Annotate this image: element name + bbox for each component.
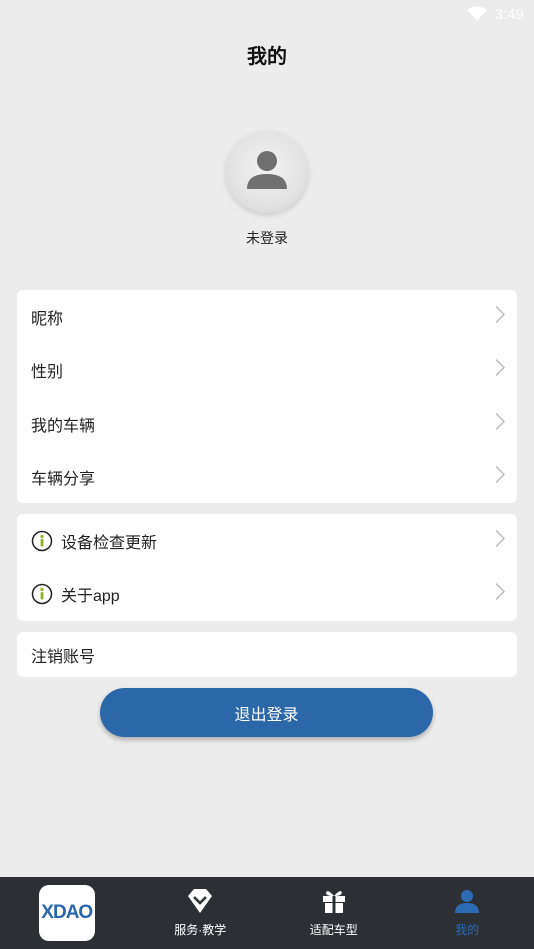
gift-icon <box>321 888 347 917</box>
person-icon <box>454 888 480 917</box>
chevron-right-icon <box>495 305 506 328</box>
my-vehicles-label: 我的车辆 <box>31 417 96 435</box>
info-icon <box>31 530 53 552</box>
info-icon <box>31 583 53 605</box>
vehicle-share-row[interactable]: 车辆分享 <box>17 451 517 505</box>
nav-label-service-teaching: 服务·教学 <box>174 923 227 937</box>
wifi-icon <box>466 6 487 22</box>
page-title: 我的 <box>247 46 287 68</box>
app-settings-card: 设备检查更新 关于app <box>17 514 517 621</box>
logout-button[interactable]: 退出登录 <box>100 688 433 737</box>
deregister-account-label: 注销账号 <box>31 648 96 666</box>
user-avatar-icon <box>244 147 290 198</box>
chevron-right-icon <box>495 583 506 606</box>
deregister-account-row[interactable]: 注销账号 <box>17 632 517 677</box>
profile-settings-card: 昵称 性别 我的车辆 车辆分享 <box>17 290 517 503</box>
my-vehicles-row[interactable]: 我的车辆 <box>17 397 517 451</box>
nickname-row[interactable]: 昵称 <box>17 290 517 344</box>
nav-label-mine: 我的 <box>455 923 480 937</box>
bottom-nav: XDAO 服务·教学 适配车型 我的 <box>0 877 534 949</box>
chevron-right-icon <box>495 466 506 489</box>
about-app-row[interactable]: 关于app <box>17 568 517 622</box>
chevron-right-icon <box>495 529 506 552</box>
status-time: 3:49 <box>494 5 524 23</box>
check-update-label: 设备检查更新 <box>61 534 158 552</box>
logo-text: XDAO <box>41 902 93 923</box>
diamond-chevron-icon <box>186 888 214 917</box>
nav-item-mine[interactable]: 我的 <box>401 888 534 938</box>
gender-label: 性别 <box>31 364 64 382</box>
gender-row[interactable]: 性别 <box>17 344 517 398</box>
status-bar: 3:49 <box>0 0 534 28</box>
nav-home-logo[interactable]: XDAO <box>0 885 134 941</box>
chevron-right-icon <box>495 412 506 435</box>
nav-item-compatible-models[interactable]: 适配车型 <box>267 888 401 938</box>
login-status[interactable]: 未登录 <box>0 228 534 248</box>
avatar[interactable] <box>226 131 308 213</box>
nav-label-compatible-models: 适配车型 <box>309 923 358 937</box>
about-app-label: 关于app <box>61 588 120 606</box>
chevron-right-icon <box>495 359 506 382</box>
xdao-logo: XDAO <box>38 885 95 941</box>
nickname-label: 昵称 <box>31 310 64 328</box>
vehicle-share-label: 车辆分享 <box>31 471 96 489</box>
deregister-card: 注销账号 <box>17 632 517 677</box>
check-update-row[interactable]: 设备检查更新 <box>17 514 517 568</box>
nav-item-service-teaching[interactable]: 服务·教学 <box>134 888 268 938</box>
